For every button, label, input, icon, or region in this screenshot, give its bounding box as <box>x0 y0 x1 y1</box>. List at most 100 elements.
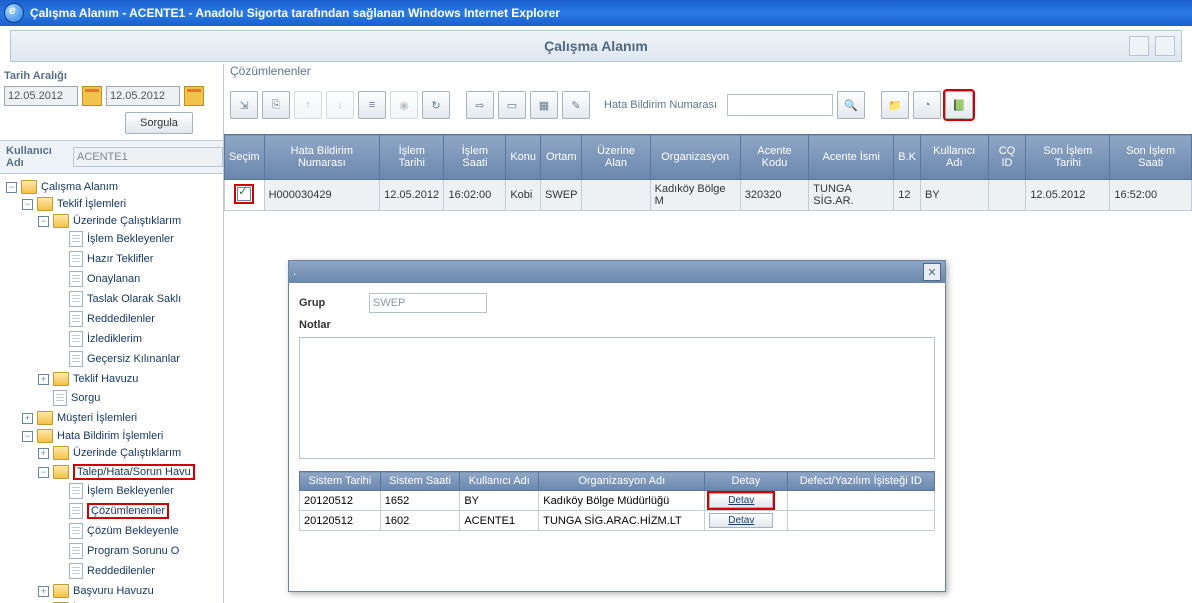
tree-label: İşlem Bekleyenler <box>87 233 174 245</box>
tree-label: Geçersiz Kılınanlar <box>87 353 180 365</box>
tree-reddedilenler[interactable]: Reddedilenler <box>52 310 221 328</box>
col-son-islem-tarihi[interactable]: Son İşlem Tarihi <box>1026 135 1110 180</box>
grup-input[interactable] <box>369 293 487 313</box>
window-icon[interactable]: ▭ <box>498 91 526 119</box>
table-row[interactable]: 20120512 1652 BY Kadıköy Bölge Müdürlüğü… <box>300 491 935 511</box>
edit-icon[interactable] <box>1129 36 1149 56</box>
tree-taslak[interactable]: Taslak Olarak Saklı <box>52 290 221 308</box>
tree-label: Başvuru Havuzu <box>73 585 154 597</box>
tiles-icon[interactable]: ▦ <box>530 91 558 119</box>
book-icon[interactable]: 📗 <box>945 91 973 119</box>
sub-col-org[interactable]: Organizasyon Adı <box>539 472 705 491</box>
tree-talep-hata[interactable]: −Talep/Hata/Sorun Havu <box>36 463 221 481</box>
grup-label: Grup <box>299 297 369 309</box>
notlar-textarea[interactable] <box>299 337 935 459</box>
separator <box>869 92 877 118</box>
table-row[interactable]: H000030429 12.05.2012 16:02:00 Kobi SWEP… <box>225 180 1192 211</box>
sub-col-detay[interactable]: Detay <box>705 472 787 491</box>
calendar-icon[interactable] <box>184 86 204 106</box>
cell-islem-saati: 16:02:00 <box>444 180 506 211</box>
query-button[interactable]: Sorgula <box>125 112 193 134</box>
col-organizasyon[interactable]: Organizasyon <box>650 135 740 180</box>
layers-icon[interactable]: ≡ <box>358 91 386 119</box>
tree-cozumlenenler[interactable]: Çözümlenenler <box>52 502 221 520</box>
date-from-input[interactable] <box>4 86 78 106</box>
search-icon[interactable]: 🔍 <box>837 91 865 119</box>
col-cq-id[interactable]: CQ ID <box>988 135 1026 180</box>
tree-sorgu[interactable]: Sorgu <box>36 389 221 407</box>
col-konu[interactable]: Konu <box>506 135 541 180</box>
tree-teklif-havuzu[interactable]: +Teklif Havuzu <box>36 371 221 387</box>
date-to-input[interactable] <box>106 86 180 106</box>
sub-cell-saat: 1652 <box>380 491 460 511</box>
copy-icon[interactable]: ⎘ <box>262 91 290 119</box>
left-panel: Tarih Aralığı Sorgula Kullanıcı Adı −Çal… <box>0 64 224 603</box>
cell-hata-no: H000030429 <box>264 180 380 211</box>
tree-islem-bekleyenler[interactable]: İşlem Bekleyenler <box>52 230 221 248</box>
reload-icon[interactable]: ↻ <box>422 91 450 119</box>
tree-teklif-islemleri[interactable]: −Teklif İşlemleri <box>20 196 221 212</box>
export-icon[interactable]: ⇲ <box>230 91 258 119</box>
tree-label: Teklif Havuzu <box>73 373 138 385</box>
detay-button[interactable]: Detav <box>709 513 773 528</box>
tree-label: İşlem Bekleyenler <box>87 485 174 497</box>
tree-hb-reddedilenler[interactable]: Reddedilenler <box>52 562 221 580</box>
cell-son-islem-tarihi: 12.05.2012 <box>1026 180 1110 211</box>
tree-onaylanan[interactable]: Onaylanan <box>52 270 221 288</box>
tree-izlediklerim[interactable]: İzlediklerim <box>52 330 221 348</box>
detay-button[interactable]: Detav <box>709 493 773 508</box>
user-input[interactable] <box>73 147 223 167</box>
folder-icon[interactable]: 📁 <box>881 91 909 119</box>
sub-cell-org: Kadıköy Bölge Müdürlüğü <box>539 491 705 511</box>
ie-icon <box>4 3 24 23</box>
tree-hata-bildirim[interactable]: −Hata Bildirim İşlemleri <box>20 428 221 444</box>
col-hata-no[interactable]: Hata Bildirim Numarası <box>264 135 380 180</box>
col-acente-ismi[interactable]: Acente İsmi <box>809 135 894 180</box>
camera-icon: ◉ <box>390 91 418 119</box>
tree-label: Program Sorunu O <box>87 545 179 557</box>
tree-musteri-islemleri[interactable]: +Müşteri İşlemleri <box>20 410 221 426</box>
tree-root[interactable]: −Çalışma Alanım <box>4 179 221 195</box>
table-row[interactable]: 20120512 1602 ACENTE1 TUNGA SİG.ARAC.HİZ… <box>300 511 935 531</box>
cell-konu: Kobi <box>506 180 541 211</box>
tree-label: Taslak Olarak Saklı <box>87 293 181 305</box>
col-islem-saati[interactable]: İşlem Saati <box>444 135 506 180</box>
close-icon[interactable]: ✕ <box>923 263 941 281</box>
tree-cozum-bekleyenler[interactable]: Çözüm Bekleyenle <box>52 522 221 540</box>
tree-uzerinde-calistiklarim[interactable]: −Üzerinde Çalıştıklarım <box>36 213 221 229</box>
tree-label: Üzerinde Çalıştıklarım <box>73 447 181 459</box>
col-bk[interactable]: B.K <box>894 135 921 180</box>
notlar-label: Notlar <box>299 319 331 331</box>
refresh-icon[interactable] <box>1155 36 1175 56</box>
sub-col-kullanici[interactable]: Kullanıcı Adı <box>460 472 539 491</box>
tree-program-sorunu[interactable]: Program Sorunu O <box>52 542 221 560</box>
forward-icon[interactable]: ⇨ <box>466 91 494 119</box>
sub-col-tarih[interactable]: Sistem Tarihi <box>300 472 381 491</box>
col-son-islem-saati[interactable]: Son İşlem Saati <box>1110 135 1192 180</box>
sub-col-defect[interactable]: Defect/Yazılım İşisteği ID <box>787 472 935 491</box>
col-uzerine-alan[interactable]: Üzerine Alan <box>582 135 650 180</box>
col-kullanici-adi[interactable]: Kullanıcı Adı <box>920 135 988 180</box>
row-checkbox[interactable] <box>237 187 251 201</box>
tree-gecersiz[interactable]: Geçersiz Kılınanlar <box>52 350 221 368</box>
edit-grid-icon[interactable]: ✎ <box>562 91 590 119</box>
tree-hb-islem-bekleyenler[interactable]: İşlem Bekleyenler <box>52 482 221 500</box>
tree-label: Çözüm Bekleyenle <box>87 525 179 537</box>
up-icon: ↑ <box>294 91 322 119</box>
sub-cell-defect <box>787 491 935 511</box>
col-acente-kodu[interactable]: Acente Kodu <box>740 135 809 180</box>
col-ortam[interactable]: Ortam <box>541 135 582 180</box>
col-secim[interactable]: Seçim <box>225 135 265 180</box>
down-icon: ↓ <box>326 91 354 119</box>
main-grid: Seçim Hata Bildirim Numarası İşlem Tarih… <box>224 134 1192 211</box>
calendar-icon[interactable] <box>82 86 102 106</box>
chart-icon[interactable]: ◔ <box>913 91 941 119</box>
tree-label: Reddedilenler <box>87 565 155 577</box>
tree-label: Çalışma Alanım <box>41 181 118 193</box>
search-input[interactable] <box>727 94 833 116</box>
tree-basvuru-havuzu[interactable]: +Başvuru Havuzu <box>36 583 221 599</box>
col-islem-tarihi[interactable]: İşlem Tarihi <box>380 135 444 180</box>
sub-col-saat[interactable]: Sistem Saati <box>380 472 460 491</box>
tree-hb-uzerinde[interactable]: +Üzerinde Çalıştıklarım <box>36 445 221 461</box>
tree-hazir-teklifler[interactable]: Hazır Teklifler <box>52 250 221 268</box>
